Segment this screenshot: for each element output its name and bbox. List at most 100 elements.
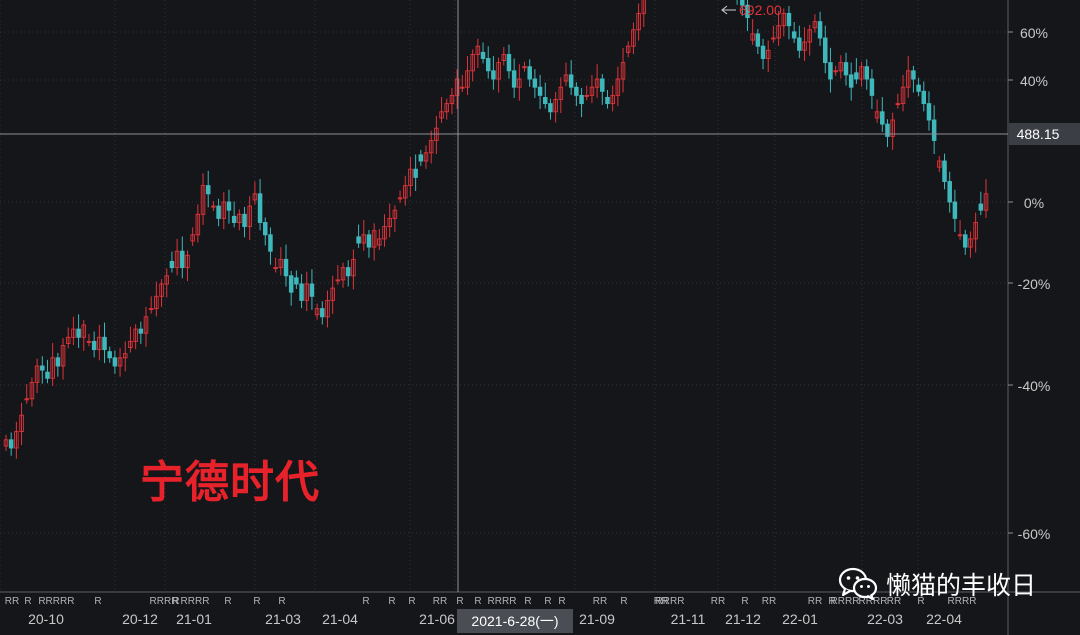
x-tick-label: 22-04 bbox=[926, 611, 962, 627]
event-marker: RRRR bbox=[46, 596, 75, 607]
candle-body bbox=[537, 86, 543, 96]
event-marker: RR bbox=[433, 596, 447, 607]
candle-body bbox=[309, 283, 315, 297]
candle-body bbox=[257, 193, 263, 223]
event-marker: R bbox=[94, 596, 101, 607]
candle-body bbox=[600, 78, 605, 92]
candle-body bbox=[506, 53, 512, 72]
candle-body bbox=[102, 336, 107, 351]
candle-body bbox=[480, 51, 486, 59]
y-tick-label: 0% bbox=[1024, 195, 1044, 211]
candle-body bbox=[605, 96, 610, 105]
candle-body bbox=[952, 201, 958, 219]
x-tick-label: 21-09 bbox=[579, 611, 615, 627]
candle-body bbox=[963, 234, 968, 248]
candle-body bbox=[885, 123, 890, 137]
y-tick-label: -20% bbox=[1018, 276, 1051, 292]
candle-body bbox=[231, 215, 237, 223]
candle-body bbox=[242, 213, 247, 228]
candle-body bbox=[926, 103, 932, 121]
candle-body bbox=[356, 236, 361, 244]
candle-body bbox=[548, 103, 553, 113]
candle-body bbox=[112, 357, 118, 367]
candle-body bbox=[169, 261, 175, 269]
event-marker: RRRR bbox=[656, 596, 685, 607]
candle-body bbox=[366, 234, 372, 248]
event-marker: R bbox=[558, 596, 565, 607]
candle-body bbox=[942, 160, 947, 182]
candle-body bbox=[485, 58, 491, 72]
event-marker: RR bbox=[762, 596, 776, 607]
y-tick-label: 60% bbox=[1020, 25, 1048, 41]
event-marker: RR bbox=[808, 596, 822, 607]
candle-body bbox=[823, 37, 828, 64]
candle-body bbox=[786, 12, 792, 27]
candle-body bbox=[76, 328, 81, 338]
candle-body bbox=[180, 250, 185, 269]
candle-body bbox=[791, 31, 797, 39]
event-marker: RR bbox=[711, 596, 725, 607]
candle-body bbox=[931, 119, 937, 141]
candle-body bbox=[55, 357, 61, 367]
candle-body bbox=[345, 267, 351, 277]
candle-body bbox=[579, 94, 584, 105]
x-tick-label: 22-01 bbox=[782, 611, 818, 627]
candle-body bbox=[299, 283, 304, 301]
x-tick-label: 22-03 bbox=[867, 611, 903, 627]
stock-name-label: 宁德时代 bbox=[140, 457, 320, 508]
candle-body bbox=[491, 70, 496, 80]
candle-body bbox=[45, 371, 50, 379]
candle-body bbox=[283, 258, 289, 277]
event-marker: R bbox=[456, 596, 463, 607]
candle-body bbox=[864, 66, 869, 80]
candle-body bbox=[848, 74, 854, 88]
event-marker: R bbox=[620, 596, 627, 607]
event-marker: R bbox=[253, 596, 260, 607]
watermark-text: 懒猫的丰收日 bbox=[886, 571, 1037, 600]
candle-body bbox=[760, 45, 766, 59]
candle-body bbox=[755, 33, 761, 47]
candle-body bbox=[869, 78, 875, 96]
candle-body bbox=[797, 37, 802, 51]
x-tick-label: 21-06 bbox=[419, 611, 455, 627]
candle-body bbox=[916, 84, 921, 92]
candle-body bbox=[320, 308, 325, 318]
max-price-label: 692.00 bbox=[739, 2, 782, 18]
x-tick-label: 21-01 bbox=[176, 611, 212, 627]
stock-chart[interactable]: 60% 40% 0% -20% -40% -60% 20-10 20-12 21-01 21-03… bbox=[0, 0, 1080, 635]
event-marker: R bbox=[388, 596, 395, 607]
chart-canvas[interactable]: 60% 40% 0% -20% -40% -60% 20-10 20-12 21-01 21-03… bbox=[0, 0, 1080, 635]
candle-body bbox=[216, 205, 221, 219]
wechat-icon bbox=[838, 567, 878, 601]
candle-body bbox=[527, 66, 532, 80]
candle-body bbox=[413, 168, 418, 178]
event-marker: R bbox=[524, 596, 531, 607]
x-tick-label: 20-10 bbox=[28, 611, 64, 627]
candle-body bbox=[568, 74, 574, 88]
candle-body bbox=[911, 70, 916, 80]
candle-body bbox=[8, 439, 14, 449]
candle-body bbox=[921, 90, 927, 105]
candle-body bbox=[511, 70, 517, 88]
crosshair-price-label: 488.15 bbox=[1017, 126, 1060, 142]
candle-body bbox=[880, 111, 885, 125]
candle-body bbox=[107, 351, 112, 359]
candle-body bbox=[418, 154, 424, 162]
candle-body bbox=[288, 275, 294, 293]
candle-body bbox=[543, 96, 548, 105]
event-marker: RRRR bbox=[488, 596, 517, 607]
x-tick-label: 21-04 bbox=[322, 611, 358, 627]
x-tick-label: 21-12 bbox=[725, 611, 761, 627]
candle-body bbox=[263, 222, 268, 236]
event-marker: R bbox=[24, 596, 31, 607]
candle-body bbox=[226, 201, 232, 211]
event-marker: R bbox=[408, 596, 415, 607]
candle-body bbox=[138, 328, 144, 334]
event-marker: R bbox=[362, 596, 369, 607]
candle-body bbox=[817, 21, 823, 39]
candle-body bbox=[268, 234, 273, 252]
x-tick-label: 20-12 bbox=[122, 611, 158, 627]
event-marker: R bbox=[474, 596, 481, 607]
candle-body bbox=[294, 277, 299, 285]
candle-body bbox=[532, 78, 538, 88]
